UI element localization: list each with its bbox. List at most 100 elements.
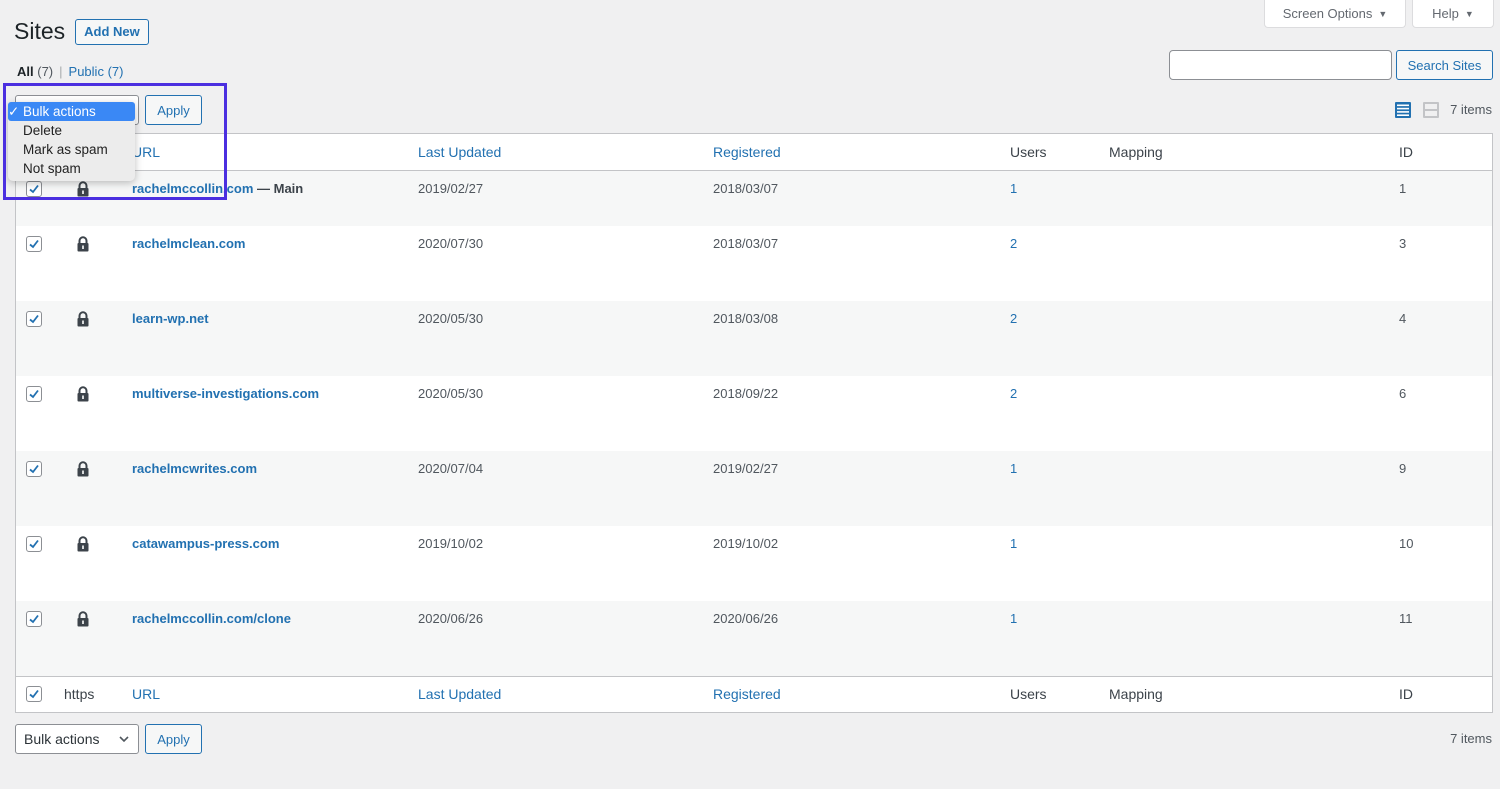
users-count-link[interactable]: 2 — [1010, 236, 1017, 251]
help-button[interactable]: Help ▼ — [1412, 0, 1494, 28]
help-label: Help — [1432, 6, 1459, 21]
bulk-option-mark-as-spam[interactable]: Mark as spam — [8, 140, 135, 159]
row-checkbox[interactable] — [26, 611, 42, 627]
last-updated-cell: 2019/10/02 — [418, 536, 484, 551]
bulk-option-delete[interactable]: Delete — [8, 121, 135, 140]
site-url-link[interactable]: catawampus-press.com — [132, 536, 279, 551]
lock-icon — [77, 536, 89, 552]
filter-public-label: Public — [68, 64, 104, 79]
select-all-checkbox-bottom[interactable] — [26, 685, 42, 702]
users-count-link[interactable]: 1 — [1010, 536, 1017, 551]
site-id-cell: 1 — [1399, 180, 1407, 196]
filter-public-count: (7) — [107, 64, 124, 79]
registered-cell: 2018/09/22 — [713, 386, 779, 401]
row-checkbox[interactable] — [26, 180, 42, 197]
page-title: Sites — [14, 18, 66, 44]
screen-meta: Screen Options ▼ Help ▼ — [1264, 0, 1494, 28]
bulk-actions-dropdown-menu: ✓ Bulk actions Delete Mark as spam Not s… — [8, 102, 135, 181]
site-id-cell: 11 — [1399, 611, 1413, 626]
checkmark-icon — [29, 184, 39, 193]
sort-last-updated-link[interactable]: Last Updated — [418, 144, 501, 160]
screen-options-label: Screen Options — [1282, 6, 1373, 21]
filter-public-link[interactable]: Public (7) — [69, 64, 124, 79]
apply-button-top[interactable]: Apply — [145, 95, 202, 125]
users-count-link[interactable]: 2 — [1010, 311, 1017, 326]
search-sites-input[interactable] — [1169, 50, 1392, 80]
search-sites-button[interactable]: Search Sites — [1396, 50, 1493, 80]
triangle-down-icon: ▼ — [1378, 8, 1388, 19]
header-id: ID — [1399, 143, 1413, 160]
table-row: learn-wp.net 2020/05/30 2018/03/08 2 4 — [16, 301, 1492, 376]
last-updated-cell: 2020/07/04 — [418, 461, 484, 476]
users-count-link[interactable]: 1 — [1010, 461, 1017, 476]
checkmark-icon — [29, 314, 39, 324]
row-checkbox[interactable] — [26, 536, 42, 552]
filter-all-link[interactable]: All (7) — [17, 64, 53, 79]
tablenav-bottom: Bulk actions Apply 7 items — [15, 724, 1492, 754]
bulk-option-bulk-actions[interactable]: ✓ Bulk actions — [8, 102, 135, 121]
mapping-cell — [1109, 376, 1399, 451]
site-url-link[interactable]: multiverse-investigations.com — [132, 386, 319, 401]
last-updated-cell: 2020/06/26 — [418, 611, 484, 626]
checkmark-icon — [29, 239, 39, 249]
lock-icon — [77, 236, 89, 252]
mapping-cell — [1109, 301, 1399, 376]
site-suffix: — Main — [253, 180, 304, 196]
site-url-link[interactable]: rachelmccollin.com/clone — [132, 611, 291, 626]
row-checkbox[interactable] — [26, 461, 42, 477]
sort-url-link[interactable]: URL — [132, 144, 160, 160]
mapping-cell — [1109, 601, 1399, 676]
option-label: Delete — [23, 123, 63, 138]
option-label: Not spam — [23, 161, 81, 176]
list-view-icon[interactable] — [1394, 101, 1412, 119]
option-label: Mark as spam — [23, 142, 108, 157]
registered-cell: 2019/10/02 — [713, 536, 779, 551]
site-id-cell: 6 — [1399, 386, 1407, 401]
registered-cell: 2018/03/07 — [713, 180, 779, 196]
status-filter-links: All (7) | Public (7) — [17, 64, 123, 79]
users-count-link[interactable]: 1 — [1010, 611, 1017, 626]
table-header-row: URL Last Updated Registered Users Mappin… — [16, 134, 1492, 170]
users-count-link[interactable]: 2 — [1010, 386, 1017, 401]
page-header: Sites Add New — [14, 18, 149, 45]
apply-button-bottom[interactable]: Apply — [145, 724, 202, 754]
site-url-link[interactable]: rachelmcwrites.com — [132, 461, 257, 476]
table-row: multiverse-investigations.com 2020/05/30 2… — [16, 376, 1492, 451]
add-new-button[interactable]: Add New — [75, 18, 149, 45]
bulk-actions-select-bottom[interactable]: Bulk actions — [15, 724, 139, 754]
checkmark-icon — [29, 689, 39, 699]
site-id-cell: 10 — [1399, 536, 1414, 551]
sites-table: URL Last Updated Registered Users Mappin… — [15, 133, 1493, 713]
sort-url-link-bottom[interactable]: URL — [132, 686, 160, 702]
screen-options-button[interactable]: Screen Options ▼ — [1264, 0, 1406, 28]
site-url-link[interactable]: learn-wp.net — [132, 311, 209, 326]
site-id-cell: 3 — [1399, 236, 1407, 251]
filter-all-count: (7) — [37, 64, 54, 79]
filter-separator: | — [59, 64, 63, 79]
registered-cell: 2018/03/07 — [713, 236, 779, 251]
registered-cell: 2019/02/27 — [713, 461, 779, 476]
sort-registered-link-bottom[interactable]: Registered — [713, 686, 781, 702]
bulk-option-not-spam[interactable]: Not spam — [8, 159, 135, 178]
lock-icon — [77, 461, 89, 477]
mapping-cell — [1109, 226, 1399, 301]
site-url-link[interactable]: rachelmccollin.com — [132, 181, 253, 196]
registered-cell: 2018/03/08 — [713, 311, 779, 326]
checkmark-icon: ✓ — [8, 104, 20, 119]
triangle-down-icon: ▼ — [1464, 8, 1474, 19]
checkmark-icon — [29, 614, 39, 624]
registered-cell: 2020/06/26 — [713, 611, 779, 626]
checkmark-icon — [29, 389, 39, 399]
sort-registered-link[interactable]: Registered — [713, 144, 781, 160]
site-url-link[interactable]: rachelmclean.com — [132, 236, 245, 251]
footer-mapping: Mapping — [1109, 686, 1163, 703]
row-checkbox[interactable] — [26, 236, 42, 252]
excerpt-view-icon[interactable] — [1422, 101, 1440, 119]
row-checkbox[interactable] — [26, 311, 42, 327]
sort-last-updated-link-bottom[interactable]: Last Updated — [418, 686, 501, 702]
users-count-link[interactable]: 1 — [1010, 181, 1017, 196]
table-footer-row: https URL Last Updated Registered Users … — [16, 676, 1492, 712]
row-checkbox[interactable] — [26, 386, 42, 402]
filter-all-label: All — [17, 64, 34, 79]
checkmark-icon — [29, 539, 39, 549]
